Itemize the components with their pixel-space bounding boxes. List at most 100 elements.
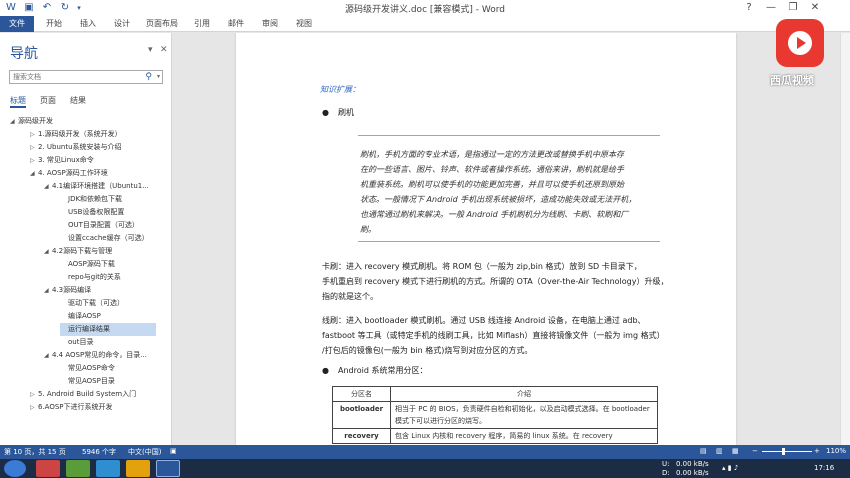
nav-tree-item[interactable]: 常见AOSP目录 <box>60 375 115 388</box>
tab-review[interactable]: 审阅 <box>254 16 286 32</box>
search-dropdown-icon[interactable]: ▾ <box>157 71 160 83</box>
close-button[interactable]: ✕ <box>804 0 826 16</box>
nav-tab-headings[interactable]: 标题 <box>10 95 26 108</box>
table-row: bootloader 相当于 PC 的 BIOS，负责硬件自检和初始化，以及启动… <box>332 401 658 429</box>
tab-mailings[interactable]: 邮件 <box>220 16 252 32</box>
nav-options-icon[interactable]: ▾ <box>148 45 153 55</box>
macro-icon[interactable]: ▣ <box>170 447 177 455</box>
nav-search-box[interactable]: ⚲ ▾ <box>9 70 163 84</box>
nav-close-icon[interactable]: ✕ <box>160 45 168 55</box>
nav-tree-item[interactable]: ◢ 4. AOSP源码工作环境 <box>30 167 108 180</box>
nav-tree-item[interactable]: ◢ 源码级开发 <box>10 115 53 128</box>
nav-tree-label: 2. Ubuntu系统安装与介绍 <box>38 143 122 151</box>
expand-toggle-icon[interactable]: ▷ <box>30 388 38 401</box>
nav-tree-item[interactable]: AOSP源码下载 <box>60 258 115 271</box>
help-button[interactable]: ? <box>738 0 760 16</box>
nav-tree-item[interactable]: ▷ 2. Ubuntu系统安装与介绍 <box>30 141 122 154</box>
expand-toggle-icon[interactable]: ◢ <box>44 180 52 193</box>
table-cell: 相当于 PC 的 BIOS，负责硬件自检和初始化，以及启动模式选择。在 boot… <box>390 401 658 429</box>
nav-tree-label: 1.源码级开发（系统开发） <box>38 130 122 138</box>
nav-tree-item[interactable]: repo与git的关系 <box>60 271 121 284</box>
tab-insert[interactable]: 插入 <box>72 16 104 32</box>
nav-tree-label: 3. 常见Linux命令 <box>38 156 94 164</box>
nav-tree-item[interactable]: USB设备权限配置 <box>60 206 124 219</box>
tab-file[interactable]: 文件 <box>0 16 34 32</box>
nav-tree-item[interactable]: 驱动下载（可选） <box>60 297 124 310</box>
nav-tree-label: out目录 <box>68 338 94 346</box>
nav-tree-item[interactable]: out目录 <box>60 336 93 349</box>
nav-search-input[interactable] <box>10 71 140 83</box>
language[interactable]: 中文(中国) <box>128 447 161 457</box>
document-page[interactable]: 知识扩展： ● 刷机 刷机，手机方面的专业术语，是指通过一定的方法更改或替换手机… <box>236 33 736 445</box>
nav-tab-results[interactable]: 结果 <box>70 95 86 106</box>
nav-tree-item[interactable]: ◢ 4.1编译环境搭建（Ubuntu1... <box>44 180 149 193</box>
nav-tree-item[interactable]: OUT目录配置（可选） <box>60 219 139 232</box>
web-layout-icon[interactable]: ▦ <box>732 447 739 455</box>
expand-toggle-icon[interactable]: ◢ <box>44 245 52 258</box>
zoom-level[interactable]: 110% <box>826 447 846 455</box>
nav-tree-item[interactable]: 设置ccache缓存（可选） <box>60 232 149 245</box>
nav-tree-item[interactable]: 运行编译结果 <box>60 323 156 336</box>
partition-table: 分区名 介绍 bootloader 相当于 PC 的 BIOS，负责硬件自检和初… <box>332 386 658 444</box>
zoom-slider[interactable] <box>762 451 812 452</box>
expand-toggle-icon[interactable]: ◢ <box>44 284 52 297</box>
knowledge-heading: 知识扩展： <box>320 85 360 94</box>
expand-toggle-icon[interactable]: ◢ <box>30 167 38 180</box>
word-count[interactable]: 5946 个字 <box>82 447 116 457</box>
bullet-partitions: Android 系统常用分区： <box>338 366 428 375</box>
start-button-icon[interactable] <box>4 460 26 477</box>
tab-page-layout[interactable]: 页面布局 <box>140 16 184 32</box>
nav-tree-label: 常见AOSP目录 <box>68 377 115 385</box>
text-line: 卡刷：进入 recovery 模式刷机。将 ROM 包（一般为 zip,bin … <box>322 262 642 271</box>
nav-tree-item[interactable]: ◢ 4.3源码编译 <box>44 284 91 297</box>
nav-tree-item[interactable]: ▷ 5. Android Build System入门 <box>30 388 136 401</box>
minimize-button[interactable]: — <box>760 0 782 16</box>
zoom-out-icon[interactable]: − <box>752 447 758 455</box>
tab-design[interactable]: 设计 <box>106 16 138 32</box>
vertical-scrollbar[interactable] <box>840 33 850 445</box>
nav-tree-item[interactable]: ▷ 6.AOSP下进行系统开发 <box>30 401 113 414</box>
print-layout-icon[interactable]: ▥ <box>716 447 723 455</box>
nav-tab-pages[interactable]: 页面 <box>40 95 56 106</box>
nav-tree-item[interactable]: 常见AOSP命令 <box>60 362 115 375</box>
expand-toggle-icon[interactable]: ▷ <box>30 401 38 414</box>
search-icon[interactable]: ⚲ <box>145 71 152 83</box>
expand-toggle-icon[interactable]: ▷ <box>30 141 38 154</box>
page-count[interactable]: 第 10 页，共 15 页 <box>4 447 66 457</box>
expand-toggle-icon[interactable]: ◢ <box>10 115 18 128</box>
nav-tree-label: 设置ccache缓存（可选） <box>68 234 149 242</box>
tab-view[interactable]: 视图 <box>288 16 320 32</box>
clock[interactable]: 17:16 <box>814 464 834 472</box>
word-taskbar-icon[interactable] <box>156 460 180 477</box>
tab-references[interactable]: 引用 <box>186 16 218 32</box>
taskbar-app-icon[interactable] <box>96 460 120 477</box>
nav-tree-item[interactable]: JDK和依赖包下载 <box>60 193 122 206</box>
play-icon <box>788 31 812 55</box>
zoom-in-icon[interactable]: + <box>814 447 820 455</box>
tray-icons[interactable]: ▴ ▮ ♪ <box>722 464 738 472</box>
nav-tree-item[interactable]: ▷ 1.源码级开发（系统开发） <box>30 128 122 141</box>
navigation-pane: 导航 ▾ ✕ ⚲ ▾ 标题 页面 结果 ◢源码级开发▷1.源码级开发（系统开发）… <box>0 33 172 445</box>
restore-button[interactable]: ❐ <box>782 0 804 16</box>
window-title: 源码级开发讲义.doc [兼容模式] - Word <box>344 5 505 15</box>
expand-toggle-icon[interactable]: ◢ <box>44 349 52 362</box>
read-mode-icon[interactable]: ▤ <box>700 447 707 455</box>
definition-box: 刷机，手机方面的专业术语，是指通过一定的方法更改或替换手机中原本存 在的一些语言、… <box>360 147 660 237</box>
taskbar-app-icon[interactable] <box>36 460 60 477</box>
nav-tree-item[interactable]: ◢ 4.4 AOSP常见的命令，目录... <box>44 349 147 362</box>
taskbar-app-icon[interactable] <box>126 460 150 477</box>
expand-toggle-icon[interactable]: ▷ <box>30 154 38 167</box>
nav-tree-item[interactable]: ◢ 4.2源码下载与管理 <box>44 245 112 258</box>
nav-tree-item[interactable]: ▷ 3. 常见Linux命令 <box>30 154 94 167</box>
nav-tree-item[interactable]: 编译AOSP <box>60 310 101 323</box>
tab-home[interactable]: 开始 <box>38 16 70 32</box>
zoom-slider-thumb[interactable] <box>782 448 785 455</box>
nav-tree-label: 运行编译结果 <box>68 325 110 333</box>
box-top-rule <box>358 135 660 136</box>
watermark-text: 西瓜视频 <box>770 74 814 87</box>
table-header-cell: 分区名 <box>332 386 391 402</box>
expand-toggle-icon[interactable]: ▷ <box>30 128 38 141</box>
table-header-row: 分区名 介绍 <box>332 386 658 402</box>
text-line: 手机重启到 recovery 模式下进行刷机的方式。所谓的 OTA（Over-t… <box>322 277 669 286</box>
taskbar-app-icon[interactable] <box>66 460 90 477</box>
